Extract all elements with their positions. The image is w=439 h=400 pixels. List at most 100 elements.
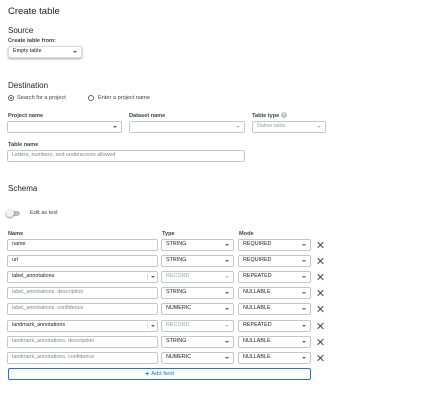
field-mode-select[interactable]: REPEATED — [238, 271, 311, 283]
help-icon[interactable]: ? — [281, 112, 287, 118]
field-type-value: RECORD — [166, 322, 190, 329]
field-mode-select[interactable]: NULLABLE — [238, 352, 311, 364]
field-type-value: STRING — [166, 338, 187, 345]
chevron-down-icon — [113, 126, 117, 128]
radio-enter-project-label: Enter a project name — [98, 95, 150, 101]
close-icon[interactable] — [317, 323, 324, 330]
field-mode-select[interactable]: REQUIRED — [238, 239, 311, 251]
field-name-input[interactable]: landmark_annotations. description — [7, 336, 158, 348]
chevron-down-icon — [225, 357, 229, 359]
expand-record-icon[interactable] — [150, 276, 155, 278]
dataset-name-select[interactable] — [129, 121, 245, 133]
field-type-value: NUMERIC — [166, 354, 192, 361]
field-name-input[interactable]: label_annotations — [7, 271, 158, 283]
field-name-input[interactable]: landmark_annotations — [7, 320, 158, 332]
field-name-value: name — [12, 241, 26, 248]
field-name-value: landmark_annotations. description — [12, 338, 95, 345]
radio-search-project-label: Search for a project — [17, 95, 66, 101]
field-type-value: STRING — [166, 241, 187, 248]
field-mode-select[interactable]: NULLABLE — [238, 303, 311, 315]
add-field-button[interactable]: + Add field — [8, 368, 311, 380]
field-name-input[interactable]: label_annotations. description — [7, 287, 158, 299]
create-from-label: Create table from: — [8, 38, 56, 44]
field-name-value: url — [12, 257, 18, 264]
chevron-down-icon — [225, 341, 229, 343]
table-type-value: Native table — [257, 123, 286, 130]
field-type-value: RECORD — [166, 273, 190, 280]
field-name-input[interactable]: name — [7, 239, 158, 251]
chevron-down-icon — [302, 308, 306, 310]
field-name-input[interactable]: label_annotations. confidence — [7, 303, 158, 315]
field-mode-value: NULLABLE — [243, 289, 271, 296]
field-type-select[interactable]: STRING — [161, 239, 234, 251]
edit-as-text-toggle[interactable] — [6, 209, 28, 219]
edit-as-text-label: Edit as text — [30, 210, 58, 216]
field-mode-value: REQUIRED — [243, 241, 272, 248]
chevron-down-icon — [225, 276, 229, 278]
add-field-label: Add field — [151, 371, 174, 377]
field-type-select[interactable]: RECORD — [161, 320, 234, 332]
column-header-mode: Mode — [239, 231, 254, 237]
field-type-select[interactable]: NUMERIC — [161, 352, 234, 364]
field-name-value: label_annotations. description — [12, 289, 84, 296]
field-mode-value: REPEATED — [243, 273, 272, 280]
create-from-value: Empty table — [13, 48, 42, 55]
chevron-down-icon — [302, 276, 306, 278]
field-name-value: landmark_annotations — [12, 322, 66, 329]
chevron-down-icon — [302, 341, 306, 343]
field-type-value: STRING — [166, 257, 187, 264]
table-name-input[interactable]: Letters, numbers, and underscores allowe… — [7, 150, 245, 162]
expand-record-icon[interactable] — [150, 325, 155, 327]
field-type-select[interactable]: RECORD — [161, 271, 234, 283]
close-icon[interactable] — [317, 306, 324, 313]
radio-search-project[interactable] — [8, 95, 14, 101]
column-header-type: Type — [162, 231, 175, 237]
close-icon[interactable] — [317, 258, 324, 265]
field-mode-select[interactable]: NULLABLE — [238, 287, 311, 299]
close-icon[interactable] — [317, 355, 324, 362]
field-name-input[interactable]: landmark_annotations. confidence — [7, 352, 158, 364]
field-mode-value: NULLABLE — [243, 305, 271, 312]
project-name-label: Project name — [8, 113, 44, 119]
project-name-select[interactable] — [7, 121, 122, 133]
create-from-select[interactable]: Empty table — [8, 46, 82, 58]
chevron-down-icon — [317, 126, 321, 128]
close-icon[interactable] — [317, 242, 324, 249]
close-icon[interactable] — [317, 274, 324, 281]
divider — [147, 274, 148, 280]
chevron-down-icon — [225, 260, 229, 262]
chevron-down-icon — [225, 325, 229, 327]
field-mode-value: REPEATED — [243, 322, 272, 329]
field-mode-value: REQUIRED — [243, 257, 272, 264]
chevron-down-icon — [225, 244, 229, 246]
close-icon[interactable] — [317, 339, 324, 346]
field-mode-select[interactable]: REPEATED — [238, 320, 311, 332]
field-type-select[interactable]: STRING — [161, 336, 234, 348]
field-mode-value: NULLABLE — [243, 354, 271, 361]
dataset-name-label: Dataset name — [129, 113, 166, 119]
field-type-select[interactable]: NUMERIC — [161, 303, 234, 315]
field-mode-select[interactable]: NULLABLE — [238, 336, 311, 348]
field-type-select[interactable]: STRING — [161, 287, 234, 299]
field-name-value: landmark_annotations. confidence — [12, 354, 95, 361]
schema-heading: Schema — [8, 184, 38, 193]
field-name-input[interactable]: url — [7, 255, 158, 267]
close-icon[interactable] — [317, 290, 324, 297]
radio-enter-project[interactable] — [88, 95, 94, 101]
field-type-value: STRING — [166, 289, 187, 296]
field-type-select[interactable]: STRING — [161, 255, 234, 267]
table-type-select: Native table — [252, 121, 326, 133]
source-heading: Source — [8, 26, 34, 35]
chevron-down-icon — [73, 51, 77, 53]
chevron-down-icon — [302, 292, 306, 294]
chevron-down-icon — [225, 308, 229, 310]
field-mode-value: NULLABLE — [243, 338, 271, 345]
field-mode-select[interactable]: REQUIRED — [238, 255, 311, 267]
field-type-value: NUMERIC — [166, 305, 192, 312]
table-type-label: Table type — [252, 113, 280, 119]
plus-icon: + — [145, 370, 150, 378]
chevron-down-icon — [302, 244, 306, 246]
table-name-label: Table name — [8, 142, 39, 148]
chevron-down-icon — [225, 292, 229, 294]
chevron-down-icon — [236, 126, 240, 128]
